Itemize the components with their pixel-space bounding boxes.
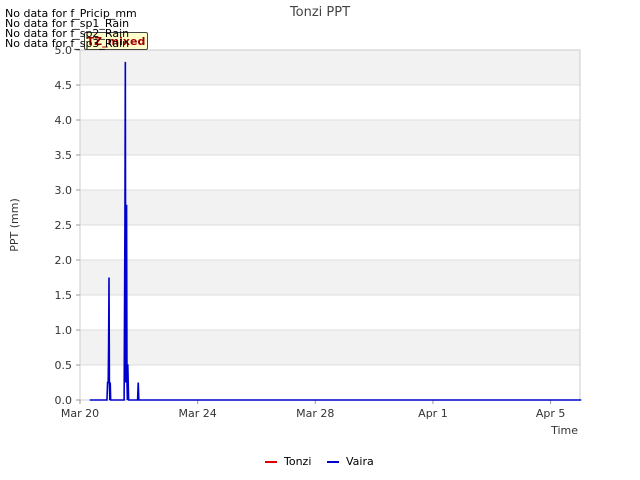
plot-band bbox=[80, 50, 580, 85]
y-tick-label: 0.0 bbox=[55, 394, 73, 407]
x-tick-label: Mar 24 bbox=[179, 407, 217, 420]
no-data-notice-sp3: No data for f_sp3_Rain bbox=[5, 37, 130, 50]
x-axis-label: Time bbox=[550, 424, 578, 437]
y-tick-label: 2.0 bbox=[55, 254, 73, 267]
y-tick-label: 4.0 bbox=[55, 114, 73, 127]
plot-band bbox=[80, 120, 580, 155]
chart-canvas: 0.00.51.01.52.02.53.03.54.04.55.0 Mar 20… bbox=[8, 5, 582, 468]
y-tick-label: 3.0 bbox=[55, 184, 73, 197]
y-axis-label: PPT (mm) bbox=[8, 198, 21, 252]
plot-background-bands bbox=[80, 50, 580, 365]
plot-band bbox=[80, 330, 580, 365]
x-tick-label: Apr 5 bbox=[536, 407, 566, 420]
y-axis-ticks: 0.00.51.01.52.02.53.03.54.04.55.0 bbox=[55, 44, 80, 407]
plot-band bbox=[80, 260, 580, 295]
y-tick-label: 2.5 bbox=[55, 219, 73, 232]
x-tick-label: Apr 1 bbox=[418, 407, 448, 420]
y-tick-label: 0.5 bbox=[55, 359, 73, 372]
legend-label-vaira: Vaira bbox=[346, 455, 374, 468]
x-tick-label: Mar 20 bbox=[61, 407, 99, 420]
y-tick-label: 3.5 bbox=[55, 149, 73, 162]
y-tick-label: 4.5 bbox=[55, 79, 73, 92]
legend: Tonzi Vaira bbox=[265, 455, 374, 468]
chart-title: Tonzi PPT bbox=[289, 5, 350, 20]
x-axis-ticks: Mar 20 Mar 24 Mar 28 Apr 1 Apr 5 bbox=[61, 400, 565, 420]
legend-label-tonzi: Tonzi bbox=[283, 455, 311, 468]
plot-band bbox=[80, 190, 580, 225]
x-tick-label: Mar 28 bbox=[296, 407, 334, 420]
y-tick-label: 1.5 bbox=[55, 289, 73, 302]
y-tick-label: 1.0 bbox=[55, 324, 73, 337]
